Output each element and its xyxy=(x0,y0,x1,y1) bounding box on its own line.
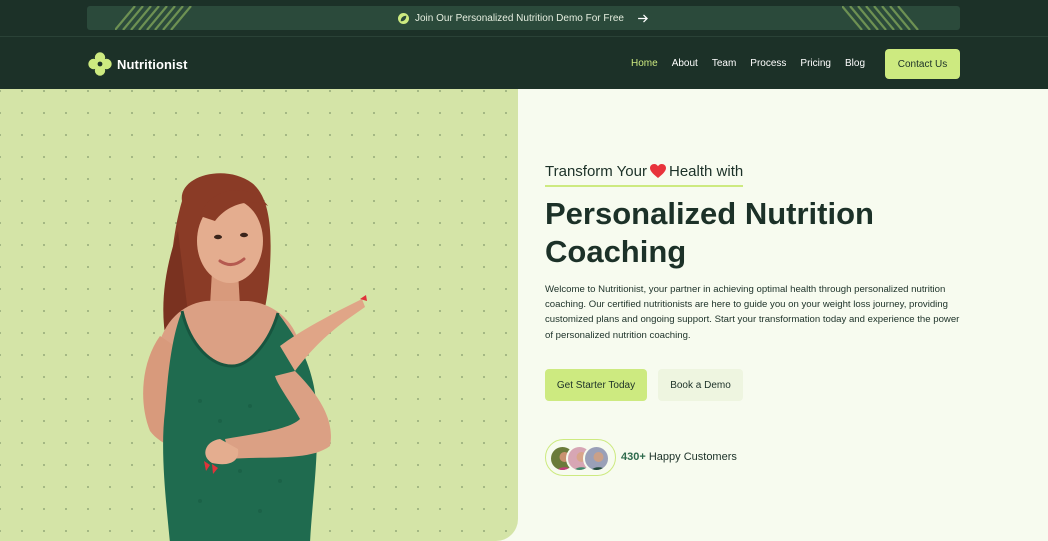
site-logo[interactable]: Nutritionist xyxy=(87,51,188,77)
contact-us-button[interactable]: Contact Us xyxy=(885,49,960,79)
leaf-icon xyxy=(398,12,409,24)
get-started-button[interactable]: Get Starter Today xyxy=(545,369,647,401)
nav-menu: Home About Team Process Pricing Blog xyxy=(631,58,879,69)
hero-description: Welcome to Nutritionist, your partner in… xyxy=(545,284,960,341)
customers-count: 430+ xyxy=(621,451,646,463)
hero-woman-image xyxy=(143,173,367,541)
hero-image-panel xyxy=(0,89,518,541)
hero-eyebrow: Transform Your Health with xyxy=(545,163,744,187)
eyebrow-text-before: Transform Your xyxy=(545,163,647,180)
nav-item-blog[interactable]: Blog xyxy=(845,58,865,69)
nav-item-team[interactable]: Team xyxy=(712,58,736,69)
customer-avatars xyxy=(545,439,616,476)
eyebrow-text-after: Health with xyxy=(669,163,744,180)
hero-headline: Personalized Nutrition Coaching xyxy=(545,196,874,269)
promo-banner[interactable]: Join Our Personalized Nutrition Demo For… xyxy=(87,6,960,30)
customers-label: Happy Customers xyxy=(648,451,737,463)
clover-logo-icon xyxy=(88,52,112,76)
heart-icon xyxy=(650,164,666,179)
arrow-right-icon[interactable] xyxy=(638,13,649,23)
hero-section: Transform Your Health with Personalized … xyxy=(0,89,1048,541)
nav-item-process[interactable]: Process xyxy=(750,58,786,69)
book-demo-button[interactable]: Book a Demo xyxy=(658,369,743,401)
nav-item-pricing[interactable]: Pricing xyxy=(800,58,831,69)
main-navbar: Nutritionist Home About Team Process Pri… xyxy=(0,38,1048,89)
logo-text: Nutritionist xyxy=(117,56,188,72)
happy-customers-text: 430+ Happy Customers xyxy=(621,451,737,463)
banner-text: Join Our Personalized Nutrition Demo For… xyxy=(415,12,624,24)
top-banner-bar: Join Our Personalized Nutrition Demo For… xyxy=(0,0,1048,37)
nav-item-about[interactable]: About xyxy=(672,58,698,69)
nav-item-home[interactable]: Home xyxy=(631,58,658,69)
avatar xyxy=(583,445,610,472)
